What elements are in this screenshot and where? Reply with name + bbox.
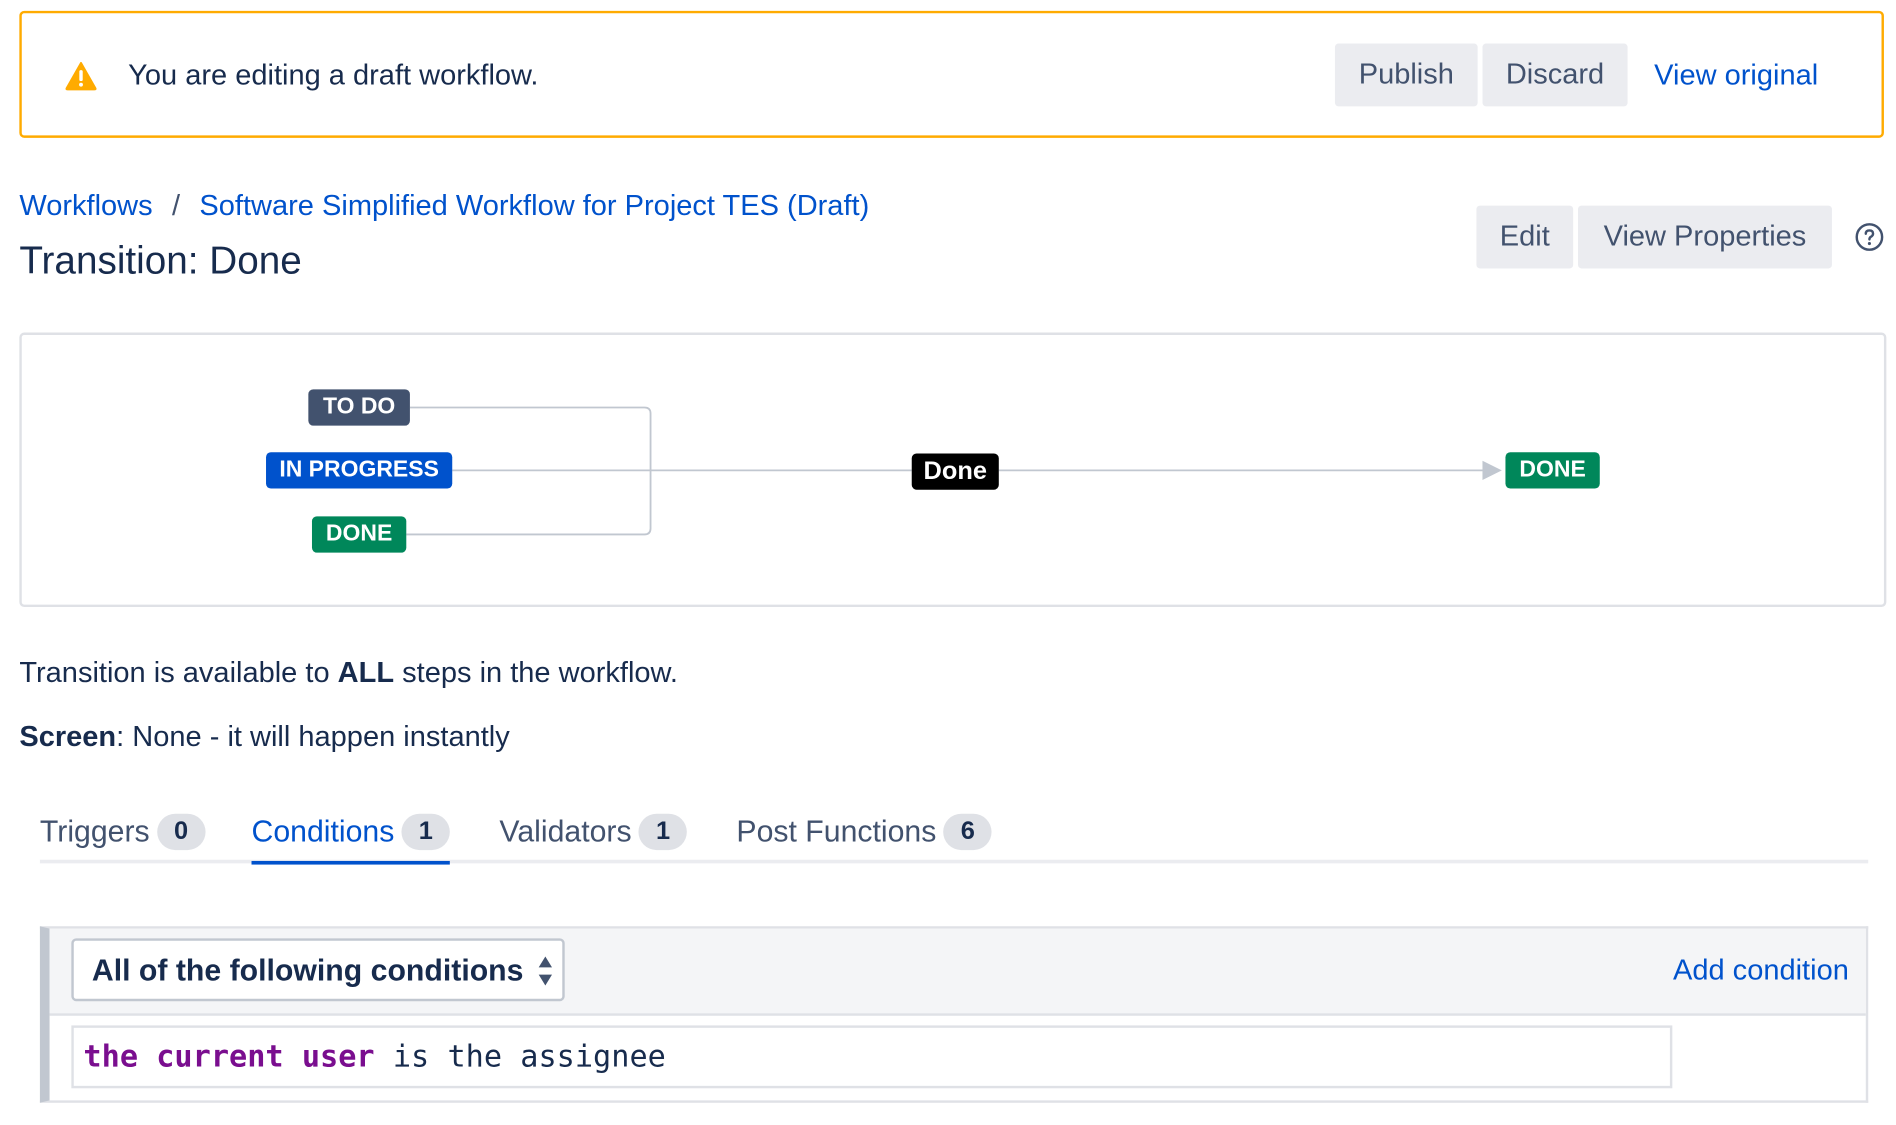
discard-button[interactable]: Discard xyxy=(1482,43,1628,107)
banner-message: You are editing a draft workflow. xyxy=(128,59,539,92)
breadcrumb-workflows-link[interactable]: Workflows xyxy=(19,190,152,223)
condition-rest: is the assignee xyxy=(374,1038,666,1074)
arrow-head-icon xyxy=(1482,460,1502,481)
view-properties-button[interactable]: View Properties xyxy=(1578,205,1832,269)
condition-item[interactable]: the current user is the assignee xyxy=(71,1025,1673,1089)
status-lozenge-done-source: DONE xyxy=(311,516,407,553)
status-lozenge-done-target: DONE xyxy=(1505,452,1600,489)
conditions-panel: All of the following conditions Add cond… xyxy=(39,926,1869,1103)
screen-label: Screen xyxy=(19,720,117,754)
tab-count-badge: 1 xyxy=(638,813,688,851)
transition-diagram: TO DO IN PROGRESS DONE Done DONE xyxy=(19,332,1887,608)
tab-label: Validators xyxy=(499,815,632,849)
breadcrumb-separator: / xyxy=(172,189,181,223)
transition-tabs: Triggers 0 Conditions 1 Validators 1 Post F… xyxy=(39,808,1869,865)
publish-button[interactable]: Publish xyxy=(1334,43,1478,107)
availability-prefix: Transition is available to xyxy=(19,656,338,690)
select-arrows-icon xyxy=(538,956,552,986)
tab-triggers[interactable]: Triggers 0 xyxy=(39,808,206,864)
edit-button[interactable]: Edit xyxy=(1476,205,1574,269)
screen-text: Screen: None - it will happen instantly xyxy=(19,719,509,755)
breadcrumb: Workflows / Software Simplified Workflow f… xyxy=(19,189,869,225)
availability-bold: ALL xyxy=(337,656,395,690)
draft-warning-banner: You are editing a draft workflow. Publis… xyxy=(19,10,1884,138)
warning-icon xyxy=(65,61,97,91)
tab-label: Conditions xyxy=(251,815,395,849)
add-condition-link[interactable]: Add condition xyxy=(1673,953,1849,989)
tab-count-badge: 6 xyxy=(943,813,992,851)
question-circle-icon[interactable] xyxy=(1855,222,1884,251)
condition-mode-select[interactable]: All of the following conditions xyxy=(71,938,565,1002)
conditions-header: All of the following conditions Add cond… xyxy=(49,928,1866,1016)
status-lozenge-todo: TO DO xyxy=(308,389,410,426)
tab-count-badge: 1 xyxy=(401,813,450,851)
tab-validators[interactable]: Validators 1 xyxy=(499,808,688,864)
screen-value: : None - it will happen instantly xyxy=(116,720,510,754)
condition-keyword: the current user xyxy=(83,1038,375,1074)
page-title: Transition: Done xyxy=(19,238,302,282)
availability-text: Transition is available to ALL steps in … xyxy=(19,655,678,691)
transition-label: Done xyxy=(911,453,999,490)
tab-count-badge: 0 xyxy=(156,813,206,851)
status-lozenge-in-progress: IN PROGRESS xyxy=(266,452,453,489)
tab-post-functions[interactable]: Post Functions 6 xyxy=(736,808,992,864)
workflow-transition-page: You are editing a draft workflow. Publis… xyxy=(0,0,1896,1125)
availability-suffix: steps in the workflow. xyxy=(394,656,678,690)
tab-label: Triggers xyxy=(39,815,150,849)
tab-conditions[interactable]: Conditions 1 xyxy=(251,808,451,865)
tab-label: Post Functions xyxy=(736,815,937,849)
view-original-link[interactable]: View original xyxy=(1654,59,1818,93)
condition-mode-value: All of the following conditions xyxy=(91,954,524,988)
breadcrumb-workflow-link[interactable]: Software Simplified Workflow for Project… xyxy=(199,190,869,223)
